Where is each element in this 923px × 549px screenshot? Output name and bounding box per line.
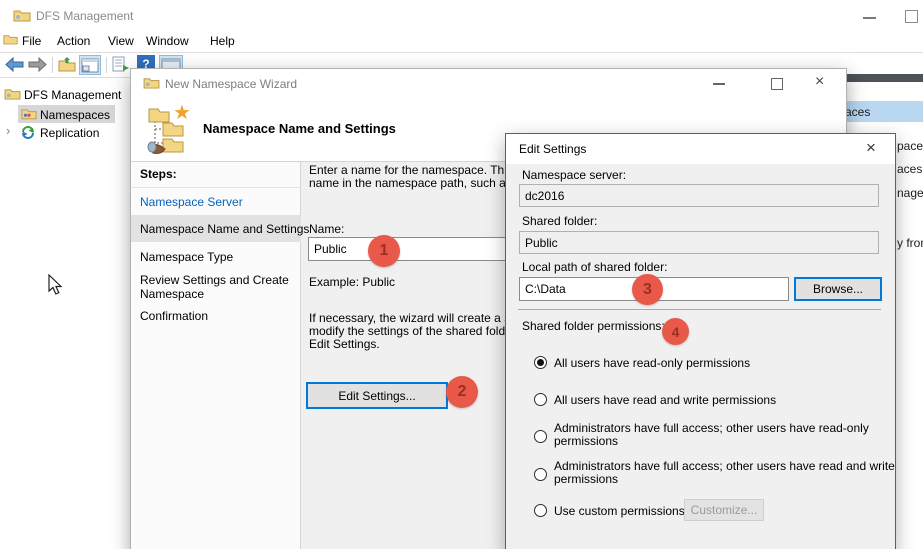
step-namespace-name-and-settings[interactable]: Namespace Name and Settings	[140, 222, 309, 236]
radio-custom-permissions[interactable]	[534, 504, 547, 517]
wizard-maximize-icon[interactable]	[771, 78, 783, 90]
tree-item-dfs-management[interactable]: DFS Management	[24, 88, 121, 102]
background-panel-header	[840, 74, 923, 82]
edit-settings-dialog: Edit Settings × Namespace server: Shared…	[505, 133, 896, 549]
wizard-note-line3: Edit Settings.	[309, 338, 380, 351]
dialog-titlebar: Edit Settings ×	[506, 134, 895, 164]
background-action-fragment: pace...	[897, 139, 923, 153]
app-title: DFS Management	[36, 9, 133, 23]
annotation-badge-1: 1	[368, 235, 400, 267]
wizard-intro-line2: name in the namespace path, such as \\	[309, 177, 522, 190]
radio-admin-full-readonly[interactable]	[534, 430, 547, 443]
menu-file[interactable]: File	[22, 34, 41, 48]
menubar: File Action View Window Help	[0, 30, 923, 53]
name-label: Name:	[309, 223, 344, 236]
show-hide-console-tree-icon[interactable]	[79, 55, 101, 75]
background-action-fragment: aces t	[897, 162, 923, 176]
background-row-text: aces	[845, 105, 870, 119]
radio-admin-full-readonly-label[interactable]: Administrators have full access; other u…	[554, 422, 899, 448]
maximize-icon[interactable]	[905, 10, 918, 23]
wizard-steps-panel: Steps: Namespace Server Namespace Name a…	[131, 162, 301, 549]
divider	[131, 187, 301, 188]
local-path-label: Local path of shared folder:	[522, 260, 667, 274]
minimize-icon[interactable]	[863, 17, 876, 19]
shared-folder-label: Shared folder:	[522, 214, 597, 228]
menu-window[interactable]: Window	[146, 34, 189, 48]
background-selected-row: aces	[840, 101, 923, 122]
namespace-server-input	[519, 184, 879, 207]
screen: DFS Management File Action View Window H…	[0, 0, 923, 549]
expander-chevron-icon[interactable]: ›	[6, 123, 10, 138]
annotation-badge-2: 2	[446, 376, 478, 408]
main-titlebar: DFS Management	[0, 0, 923, 30]
toolbar-separator	[52, 57, 53, 73]
tree-item-replication[interactable]: Replication	[40, 126, 99, 140]
namespace-server-label: Namespace server:	[522, 168, 626, 182]
step-review-settings[interactable]: Review Settings and Create Namespace	[140, 273, 292, 301]
menu-help[interactable]: Help	[210, 34, 235, 48]
export-list-icon[interactable]	[112, 56, 131, 76]
wizard-title: New Namespace Wizard	[165, 77, 297, 91]
browse-button[interactable]: Browse...	[794, 277, 882, 301]
wizard-folder-icon	[143, 76, 160, 92]
app-folder-icon	[13, 8, 31, 25]
radio-read-write-label[interactable]: All users have read and write permission…	[554, 394, 899, 407]
shared-folder-input	[519, 231, 879, 254]
dialog-title: Edit Settings	[519, 142, 586, 156]
radio-admin-full-readwrite-label[interactable]: Administrators have full access; other u…	[554, 460, 899, 486]
toolbar-separator	[106, 57, 107, 73]
example-text: Example: Public	[309, 276, 395, 289]
namespaces-icon	[21, 107, 37, 123]
step-namespace-server[interactable]: Namespace Server	[140, 195, 243, 209]
replication-icon	[20, 125, 36, 142]
menu-action[interactable]: Action	[57, 34, 90, 48]
tree-item-namespaces[interactable]: Namespaces	[40, 108, 110, 122]
radio-read-only[interactable]	[534, 356, 547, 369]
console-window-icon[interactable]	[3, 33, 18, 48]
svg-text:★: ★	[173, 103, 191, 124]
up-folder-icon[interactable]	[58, 56, 76, 75]
step-confirmation[interactable]: Confirmation	[140, 309, 208, 323]
customize-button[interactable]: Customize...	[684, 499, 764, 521]
annotation-badge-4: 4	[662, 318, 689, 345]
radio-read-write[interactable]	[534, 393, 547, 406]
wizard-page-title: Namespace Name and Settings	[203, 121, 396, 136]
background-action-fragment: nagen	[897, 186, 923, 200]
edit-settings-button[interactable]: Edit Settings...	[306, 382, 448, 409]
radio-read-only-label[interactable]: All users have read-only permissions	[554, 357, 899, 370]
namespace-wizard-icon: ★	[147, 103, 193, 160]
back-icon[interactable]	[5, 57, 24, 75]
dfs-management-icon	[4, 87, 21, 103]
wizard-titlebar: New Namespace Wizard ×	[131, 69, 846, 97]
radio-admin-full-readwrite[interactable]	[534, 468, 547, 481]
forward-icon[interactable]	[28, 57, 47, 75]
divider	[518, 309, 881, 310]
console-tree: DFS Management Namespaces › Replication	[0, 77, 130, 549]
wizard-minimize-icon[interactable]	[713, 83, 725, 85]
step-namespace-type[interactable]: Namespace Type	[140, 250, 233, 264]
wizard-close-icon[interactable]: ×	[815, 73, 824, 91]
steps-label: Steps:	[140, 167, 177, 181]
background-action-fragment: y from	[897, 236, 923, 250]
annotation-badge-3: 3	[632, 274, 663, 305]
permissions-label: Shared folder permissions:	[522, 319, 665, 333]
dialog-close-icon[interactable]: ×	[866, 138, 876, 158]
menu-view[interactable]: View	[108, 34, 134, 48]
mouse-cursor	[48, 274, 63, 299]
